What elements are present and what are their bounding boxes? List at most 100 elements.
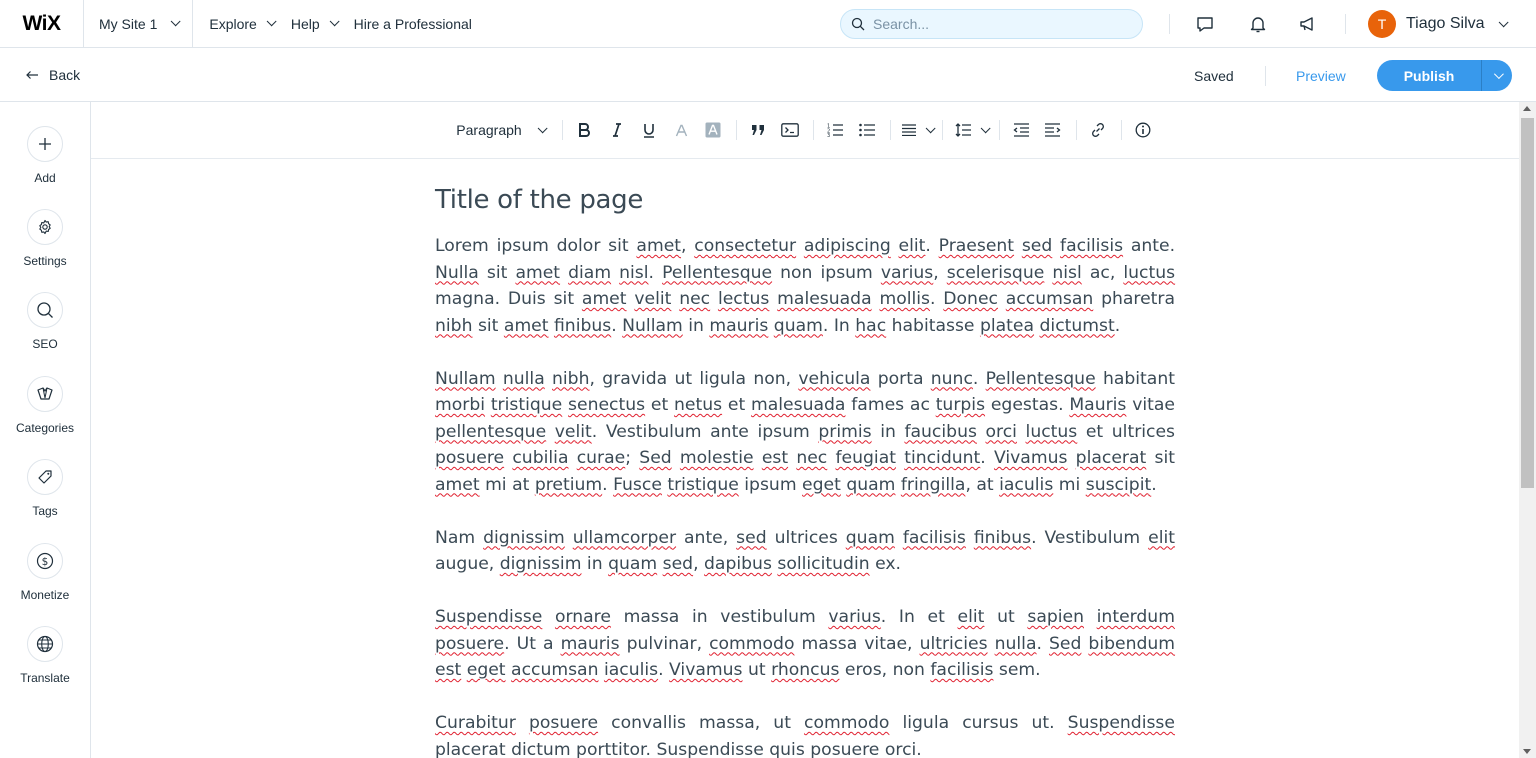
bold-icon[interactable] xyxy=(575,120,593,140)
chevron-down-icon xyxy=(980,122,991,133)
align-dropdown[interactable] xyxy=(901,120,936,140)
paragraph[interactable]: Nam dignissim ullamcorper ante, sed ultr… xyxy=(435,525,1175,578)
scroll-up-arrow[interactable] xyxy=(1523,106,1531,111)
user-name: Tiago Silva xyxy=(1406,15,1485,32)
bell-icon[interactable] xyxy=(1246,12,1270,36)
preview-button[interactable]: Preview xyxy=(1296,68,1346,84)
top-nav: Explore Help Hire a Professional xyxy=(193,16,472,32)
paragraph[interactable]: Nullam nulla nibh, gravida ut ligula non… xyxy=(435,366,1175,499)
left-sidebar: Add Settings SEO Categories Tags $ Monet… xyxy=(0,102,91,758)
chevron-down-icon xyxy=(329,16,340,27)
back-label: Back xyxy=(49,67,81,83)
chevron-down-icon xyxy=(1493,69,1504,80)
underline-icon[interactable] xyxy=(640,120,658,140)
search-box[interactable] xyxy=(840,9,1143,39)
info-icon[interactable] xyxy=(1134,120,1152,140)
editor-canvas[interactable]: Title of the page Lorem ipsum dolor sit … xyxy=(91,160,1519,758)
avatar: T xyxy=(1368,10,1396,38)
publish-button[interactable]: Publish xyxy=(1377,68,1481,84)
scrollbar[interactable] xyxy=(1519,102,1536,758)
chevron-down-icon xyxy=(925,122,936,133)
chevron-down-icon xyxy=(537,122,548,133)
site-selector[interactable]: My Site 1 xyxy=(84,0,194,48)
paragraph[interactable]: Curabitur posuere convallis massa, ut co… xyxy=(435,710,1175,758)
line-spacing-dropdown[interactable] xyxy=(954,120,991,140)
chevron-down-icon xyxy=(171,16,181,27)
sidebar-item-seo[interactable]: SEO xyxy=(0,292,90,351)
save-status: Saved xyxy=(1194,68,1234,84)
chat-icon[interactable] xyxy=(1193,12,1217,36)
search-icon xyxy=(27,292,63,328)
gear-icon xyxy=(27,209,63,245)
text-style-label: Paragraph xyxy=(456,122,522,138)
search-input[interactable] xyxy=(873,16,1113,32)
divider xyxy=(1265,66,1266,86)
svg-text:3: 3 xyxy=(827,133,830,137)
quote-icon[interactable] xyxy=(749,120,767,140)
scrollbar-thumb[interactable] xyxy=(1521,118,1534,488)
divider xyxy=(999,120,1000,140)
chevron-down-icon xyxy=(1498,16,1509,27)
globe-icon xyxy=(27,626,63,662)
arrow-left-icon xyxy=(26,71,38,79)
nav-explore[interactable]: Explore xyxy=(209,15,277,32)
divider xyxy=(562,120,563,140)
divider xyxy=(736,120,737,140)
post-content[interactable]: Title of the page Lorem ipsum dolor sit … xyxy=(435,185,1175,758)
top-bar: WiX My Site 1 Explore Help Hire a Profes… xyxy=(0,0,1536,48)
plus-icon xyxy=(27,126,63,162)
back-button[interactable]: Back xyxy=(25,67,80,83)
code-block-icon[interactable] xyxy=(781,120,799,140)
sidebar-item-add[interactable]: Add xyxy=(0,126,90,185)
divider xyxy=(1076,120,1077,140)
text-style-dropdown[interactable]: Paragraph xyxy=(450,120,550,140)
sidebar-item-categories[interactable]: Categories xyxy=(0,376,90,435)
indent-decrease-icon[interactable] xyxy=(1012,120,1030,140)
categories-icon xyxy=(27,376,63,412)
italic-icon[interactable] xyxy=(608,120,626,140)
sidebar-item-monetize[interactable]: $ Monetize xyxy=(0,543,90,602)
sidebar-item-translate[interactable]: Translate xyxy=(0,626,90,685)
nav-help[interactable]: Help xyxy=(290,15,340,32)
divider xyxy=(942,120,943,140)
divider xyxy=(813,120,814,140)
nav-hire-label: Hire a Professional xyxy=(353,15,472,32)
page-title[interactable]: Title of the page xyxy=(435,185,1175,215)
sidebar-item-label: Translate xyxy=(20,671,70,685)
wix-logo[interactable]: WiX xyxy=(0,0,84,48)
sidebar-item-label: Tags xyxy=(32,504,58,518)
publish-button-group: Publish xyxy=(1377,60,1512,91)
post-body[interactable]: Lorem ipsum dolor sit amet, consectetur … xyxy=(435,233,1175,758)
chevron-down-icon xyxy=(266,16,277,27)
highlight-icon[interactable] xyxy=(704,120,722,140)
tag-icon xyxy=(27,459,63,495)
nav-hire-professional[interactable]: Hire a Professional xyxy=(354,16,472,32)
sidebar-item-tags[interactable]: Tags xyxy=(0,459,90,518)
sidebar-item-label: SEO xyxy=(32,337,58,351)
user-menu[interactable]: T Tiago Silva xyxy=(1368,10,1509,38)
dollar-icon: $ xyxy=(27,543,63,579)
sidebar-item-label: Settings xyxy=(23,254,67,268)
link-icon[interactable] xyxy=(1089,120,1107,140)
divider xyxy=(1169,14,1170,34)
scroll-down-arrow[interactable] xyxy=(1523,749,1531,754)
nav-explore-label: Explore xyxy=(209,15,257,32)
indent-increase-icon[interactable] xyxy=(1044,120,1062,140)
sidebar-item-label: Add xyxy=(34,171,56,185)
bullet-list-icon[interactable] xyxy=(858,120,876,140)
search-icon xyxy=(851,17,865,31)
megaphone-icon[interactable] xyxy=(1296,12,1320,36)
nav-help-label: Help xyxy=(290,15,320,32)
line-spacing-icon xyxy=(955,123,971,137)
publish-options-button[interactable] xyxy=(1482,69,1512,80)
sidebar-item-label: Monetize xyxy=(20,588,70,602)
paragraph[interactable]: Lorem ipsum dolor sit amet, consectetur … xyxy=(435,233,1175,339)
paragraph[interactable]: Suspendisse ornare massa in vestibulum v… xyxy=(435,604,1175,684)
format-toolbar: Paragraph 123 xyxy=(91,102,1519,159)
sidebar-item-settings[interactable]: Settings xyxy=(0,209,90,268)
align-icon xyxy=(902,124,916,136)
editor-header: Back Saved Preview Publish xyxy=(0,49,1536,102)
svg-text:$: $ xyxy=(42,556,49,568)
numbered-list-icon[interactable]: 123 xyxy=(826,120,844,140)
text-color-icon[interactable] xyxy=(672,120,690,140)
